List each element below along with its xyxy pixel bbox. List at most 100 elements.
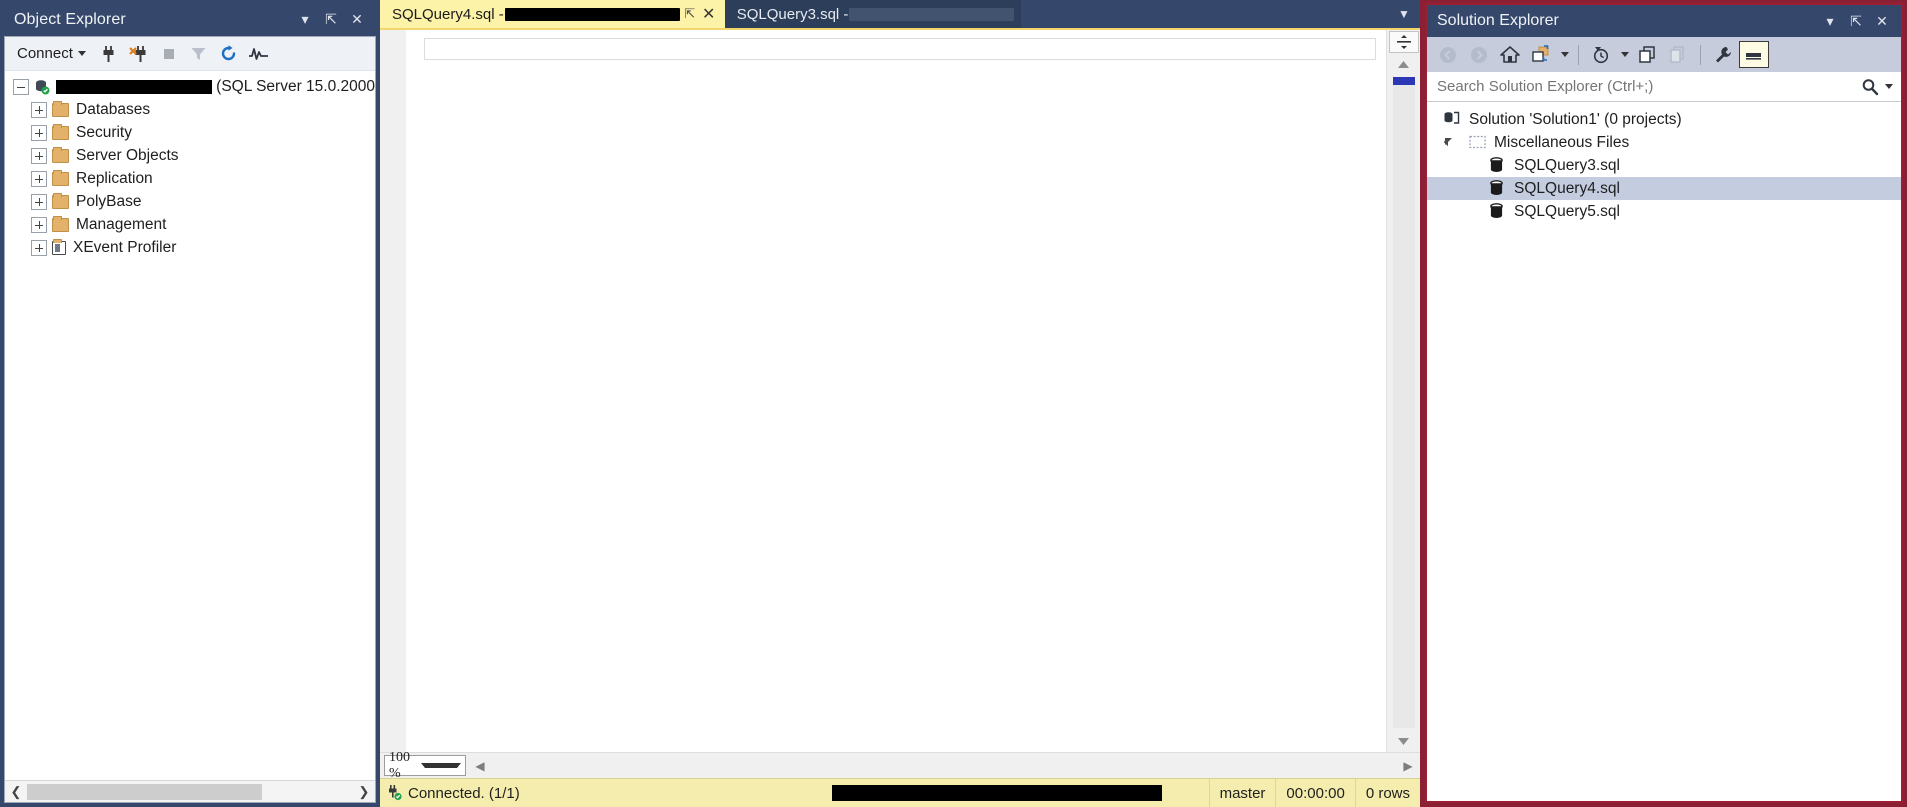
object-explorer-toolbar: Connect: [5, 37, 375, 71]
expander-plus-icon[interactable]: [31, 239, 47, 256]
object-explorer-tree: (SQL Server 15.0.2000 Databases Security: [5, 71, 375, 780]
tab-sqlquery4[interactable]: SQLQuery4.sql - ⇱ ✕: [380, 0, 725, 28]
scrollbar-track[interactable]: [27, 783, 353, 800]
sidebar-item-replication[interactable]: Replication: [5, 167, 375, 190]
refresh-icon[interactable]: [215, 41, 243, 67]
pin-icon[interactable]: ⇱: [318, 8, 344, 32]
expander-plus-icon[interactable]: [31, 170, 47, 187]
solution-explorer-toolbar: [1427, 37, 1901, 72]
connected-icon: [386, 785, 402, 801]
scroll-up-icon[interactable]: [1389, 53, 1419, 75]
sidebar-item-server-objects[interactable]: Server Objects: [5, 144, 375, 167]
window-dropdown-icon[interactable]: ▾: [1817, 9, 1843, 33]
filter-icon[interactable]: [185, 41, 213, 67]
tree-item-solution[interactable]: Solution 'Solution1' (0 projects): [1427, 108, 1901, 131]
object-explorer-horizontal-scrollbar[interactable]: ❮ ❯: [5, 780, 375, 802]
sidebar-item-xevent-profiler[interactable]: XEvent Profiler: [5, 236, 375, 259]
close-icon[interactable]: ✕: [699, 4, 719, 24]
chevron-down-icon[interactable]: [421, 763, 461, 768]
collapse-all-icon: [1663, 41, 1693, 68]
pin-icon[interactable]: ⇱: [681, 4, 699, 24]
editor-surface: [380, 28, 1420, 752]
pending-changes-dropdown-icon[interactable]: [1617, 41, 1631, 68]
xevent-icon: [52, 238, 66, 255]
status-row-count: 0 rows: [1354, 779, 1420, 807]
disconnect-icon[interactable]: [125, 41, 153, 67]
forward-icon: [1464, 41, 1494, 68]
sidebar-item-databases[interactable]: Databases: [5, 98, 375, 121]
split-editor-icon[interactable]: [1388, 31, 1419, 53]
expander-open-icon[interactable]: [1443, 136, 1457, 150]
tree-item-label: SQLQuery3.sql: [1514, 156, 1620, 174]
tree-item-label: PolyBase: [76, 192, 142, 210]
zoom-level-combobox[interactable]: 100 %: [384, 750, 466, 781]
scrollbar-track[interactable]: [1392, 77, 1415, 728]
folder-icon: [52, 100, 69, 117]
misc-files-icon: [1469, 134, 1486, 151]
tree-item-label: XEvent Profiler: [73, 238, 177, 256]
search-input[interactable]: [1437, 78, 1861, 95]
solution-icon: [1443, 111, 1460, 128]
folder-icon: [52, 215, 69, 232]
sql-text-editor[interactable]: [380, 30, 1386, 752]
scroll-right-icon[interactable]: ❯: [353, 782, 375, 802]
preview-selected-items-icon[interactable]: [1739, 41, 1769, 68]
expander-minus-icon[interactable]: [13, 78, 29, 95]
home-icon[interactable]: [1495, 41, 1525, 68]
expander-plus-icon[interactable]: [31, 216, 47, 233]
ssms-window: Object Explorer ▾ ⇱ ✕ Connect (SQL Serve…: [0, 0, 1907, 807]
status-connected-label: Connected. (1/1): [408, 784, 520, 802]
solution-search-box[interactable]: [1427, 72, 1901, 102]
sidebar-item-security[interactable]: Security: [5, 121, 375, 144]
scroll-right-icon[interactable]: ▶: [1398, 756, 1418, 776]
tab-sqlquery3[interactable]: SQLQuery3.sql -: [724, 0, 1022, 28]
tab-overflow-dropdown-icon[interactable]: ▼: [1392, 3, 1416, 25]
scroll-left-icon[interactable]: ◀: [470, 756, 490, 776]
expander-plus-icon[interactable]: [31, 124, 47, 141]
horizontal-scrollbar-track[interactable]: [490, 756, 1398, 775]
show-all-files-icon[interactable]: [1632, 41, 1662, 68]
solution-explorer-title: Solution Explorer: [1437, 12, 1559, 29]
tree-item-miscellaneous-files[interactable]: Miscellaneous Files: [1427, 131, 1901, 154]
pin-icon[interactable]: ⇱: [1843, 9, 1869, 33]
tree-item-sqlquery3[interactable]: SQLQuery3.sql: [1427, 154, 1901, 177]
tree-item-server[interactable]: (SQL Server 15.0.2000: [5, 75, 375, 98]
sidebar-item-management[interactable]: Management: [5, 213, 375, 236]
editor-input-box[interactable]: [424, 38, 1376, 60]
search-options-dropdown-icon[interactable]: [1885, 84, 1893, 89]
scrollbar-thumb[interactable]: [27, 783, 262, 800]
tab-label-redacted: [504, 7, 680, 21]
close-icon[interactable]: ✕: [344, 8, 370, 32]
connect-label: Connect: [17, 45, 73, 62]
scroll-left-icon[interactable]: ❮: [5, 782, 27, 802]
editor-code-region[interactable]: [406, 30, 1386, 752]
object-explorer-panel: Object Explorer ▾ ⇱ ✕ Connect (SQL Serve…: [0, 0, 380, 807]
tree-item-sqlquery5[interactable]: SQLQuery5.sql: [1427, 200, 1901, 223]
editor-gutter: [380, 30, 406, 752]
sync-dropdown-icon[interactable]: [1557, 41, 1571, 68]
editor-vertical-scrollbar[interactable]: [1386, 30, 1420, 752]
properties-wrench-icon[interactable]: [1708, 41, 1738, 68]
search-icon[interactable]: [1861, 78, 1879, 96]
window-dropdown-icon[interactable]: ▾: [292, 8, 318, 32]
connect-button[interactable]: Connect: [11, 42, 93, 65]
solution-explorer-frame: Solution Explorer ▾ ⇱ ✕ Search Solution …: [1425, 3, 1903, 803]
scroll-down-icon[interactable]: [1389, 730, 1419, 752]
back-icon: [1433, 41, 1463, 68]
close-icon[interactable]: ✕: [1869, 9, 1895, 33]
status-elapsed-time: 00:00:00: [1275, 779, 1354, 807]
expander-plus-icon[interactable]: [31, 101, 47, 118]
sync-with-active-document-icon[interactable]: [1526, 41, 1556, 68]
connect-icon[interactable]: [95, 41, 123, 67]
expander-plus-icon[interactable]: [31, 147, 47, 164]
object-explorer-body: Connect (SQL Server 15.0.2000 Databases …: [4, 36, 376, 803]
folder-icon: [52, 123, 69, 140]
scrollbar-thumb[interactable]: [1392, 77, 1415, 85]
pending-changes-icon[interactable]: [1586, 41, 1616, 68]
sidebar-item-polybase[interactable]: PolyBase: [5, 190, 375, 213]
expander-plus-icon[interactable]: [31, 193, 47, 210]
activity-monitor-icon[interactable]: [245, 41, 273, 67]
tree-item-sqlquery4[interactable]: SQLQuery4.sql: [1427, 177, 1901, 200]
tab-label: SQLQuery3.sql -: [736, 5, 849, 23]
status-server-redacted: [530, 779, 1209, 807]
